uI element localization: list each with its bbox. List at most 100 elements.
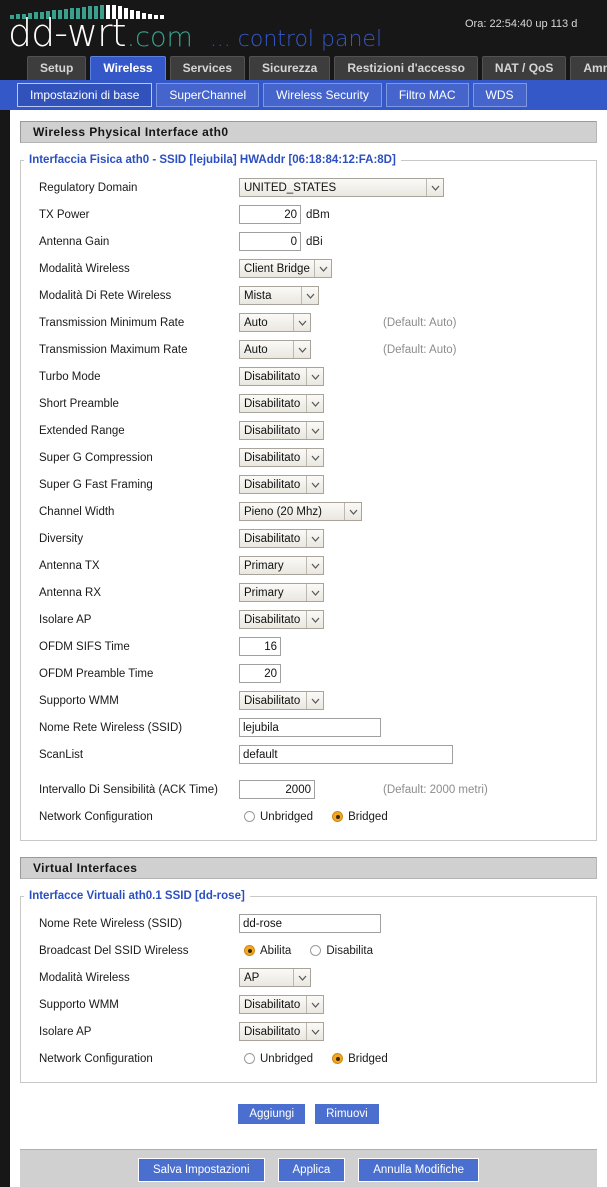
main-tab-services[interactable]: Services <box>169 56 245 80</box>
select-value: Disabilitato <box>244 613 301 626</box>
radio-group-network-config-virtual: Unbridged Bridged <box>239 1053 402 1065</box>
label-tx-min-rate: Transmission Minimum Rate <box>39 316 185 329</box>
select-virtual-wireless-mode[interactable]: AP <box>239 968 311 987</box>
logo-subtitle: ... control panel <box>209 27 383 52</box>
input-tx-power[interactable] <box>239 205 301 224</box>
main-tab-sicurezza[interactable]: Sicurezza <box>249 56 331 80</box>
select-tx-min-rate[interactable]: Auto <box>239 313 311 332</box>
row-ofdm-preamble: OFDM Preamble Time <box>21 660 596 687</box>
input-ofdm-sifs[interactable] <box>239 637 281 656</box>
sub-tab-bar: Impostazioni di base SuperChannel Wireless… <box>0 80 607 110</box>
input-scanlist[interactable] <box>239 745 453 764</box>
chevron-down-icon <box>306 996 323 1013</box>
chevron-down-icon <box>293 341 310 358</box>
input-ssid[interactable] <box>239 718 381 737</box>
radio-ssid-broadcast-enable[interactable]: Abilita <box>239 945 291 957</box>
save-settings-button[interactable]: Salva Impostazioni <box>137 1157 265 1182</box>
main-tab-wireless[interactable]: Wireless <box>90 56 166 80</box>
select-antenna-rx[interactable]: Primary <box>239 583 324 602</box>
chevron-down-icon <box>306 611 323 628</box>
chevron-down-icon <box>306 449 323 466</box>
section-header-virtual: Virtual Interfaces <box>20 857 597 879</box>
select-virtual-isolate-ap[interactable]: Disabilitato <box>239 1022 324 1041</box>
input-virtual-ssid[interactable] <box>239 914 381 933</box>
main-tab-setup[interactable]: Setup <box>27 56 87 80</box>
select-superg-fast-framing[interactable]: Disabilitato <box>239 475 324 494</box>
main-tab-amministrazione[interactable]: Amministrazione <box>570 56 607 80</box>
remove-interface-button[interactable]: Rimuovi <box>314 1103 380 1125</box>
select-value: Auto <box>244 316 268 329</box>
radio-indicator <box>244 811 255 822</box>
add-interface-button[interactable]: Aggiungi <box>237 1103 307 1125</box>
select-network-mode[interactable]: Mista <box>239 286 319 305</box>
radio-group-ssid-broadcast: Abilita Disabilita <box>239 945 387 957</box>
select-isolate-ap[interactable]: Disabilitato <box>239 610 324 629</box>
radio-label: Unbridged <box>260 810 314 823</box>
row-network-config-virtual: Network Configuration Unbridged Bridged <box>21 1045 596 1072</box>
main-tab-nat-qos[interactable]: NAT / QoS <box>481 56 567 80</box>
virtual-interface-legend: Interfacce Virtuali ath0.1 SSID [dd-rose… <box>29 890 245 902</box>
select-channel-width[interactable]: Pieno (20 Mhz) <box>239 502 362 521</box>
select-value: Disabilitato <box>244 532 301 545</box>
select-regulatory-domain[interactable]: UNITED_STATES <box>239 178 444 197</box>
section-header-physical: Wireless Physical Interface ath0 <box>20 121 597 143</box>
row-ssid-broadcast: Broadcast Del SSID Wireless Abilita Disa… <box>21 937 596 964</box>
unit-tx-power: dBm <box>306 208 330 221</box>
radio-indicator <box>244 1053 255 1064</box>
select-superg-compression[interactable]: Disabilitato <box>239 448 324 467</box>
select-wireless-mode[interactable]: Client Bridge <box>239 259 332 278</box>
select-extended-range[interactable]: Disabilitato <box>239 421 324 440</box>
sub-tab-impostazioni-di-base[interactable]: Impostazioni di base <box>17 83 153 107</box>
input-ack-time[interactable] <box>239 780 315 799</box>
input-ofdm-preamble[interactable] <box>239 664 281 683</box>
select-value: Disabilitato <box>244 694 301 707</box>
sub-tab-superchannel[interactable]: SuperChannel <box>156 83 260 107</box>
radio-label: Bridged <box>348 810 388 823</box>
select-value: Disabilitato <box>244 478 301 491</box>
radio-unbridged-virtual[interactable]: Unbridged <box>239 1053 313 1065</box>
label-wmm-support: Supporto WMM <box>39 694 119 707</box>
select-diversity[interactable]: Disabilitato <box>239 529 324 548</box>
row-network-config-physical: Network Configuration Unbridged Bridged <box>21 803 596 830</box>
row-isolate-ap: Isolare AP Disabilitato <box>21 606 596 633</box>
select-value: Pieno (20 Mhz) <box>244 505 322 518</box>
row-wireless-mode: Modalità Wireless Client Bridge <box>21 255 596 282</box>
label-antenna-gain: Antenna Gain <box>39 235 110 248</box>
select-value: Disabilitato <box>244 370 301 383</box>
select-wmm-support[interactable]: Disabilitato <box>239 691 324 710</box>
row-regulatory-domain: Regulatory Domain UNITED_STATES <box>21 174 596 201</box>
sub-tab-wds[interactable]: WDS <box>472 83 527 107</box>
radio-bridged-virtual[interactable]: Bridged <box>327 1053 388 1065</box>
sub-tab-wireless-security[interactable]: Wireless Security <box>263 83 382 107</box>
row-tx-min-rate: Transmission Minimum Rate Auto (Default:… <box>21 309 596 336</box>
sub-tab-filtro-mac[interactable]: Filtro MAC <box>385 83 469 107</box>
select-antenna-tx[interactable]: Primary <box>239 556 324 575</box>
select-tx-max-rate[interactable]: Auto <box>239 340 311 359</box>
select-value: Auto <box>244 343 268 356</box>
radio-bridged-physical[interactable]: Bridged <box>327 811 388 823</box>
label-network-config-virtual: Network Configuration <box>39 1052 153 1065</box>
row-superg-fast-framing: Super G Fast Framing Disabilitato <box>21 471 596 498</box>
cancel-changes-button[interactable]: Annulla Modifiche <box>358 1157 480 1182</box>
chevron-down-icon <box>306 368 323 385</box>
physical-interface-legend: Interfaccia Fisica ath0 - SSID [lejubila… <box>29 154 396 166</box>
select-value: Mista <box>244 289 272 302</box>
select-turbo-mode[interactable]: Disabilitato <box>239 367 324 386</box>
select-value: Primary <box>244 586 284 599</box>
apply-button[interactable]: Applica <box>277 1157 346 1182</box>
chevron-down-icon <box>306 557 323 574</box>
label-virtual-isolate-ap: Isolare AP <box>39 1025 92 1038</box>
main-tab-bar: Setup Wireless Services Sicurezza Restizioni… <box>0 52 607 80</box>
main-tab-restizioni-d-accesso[interactable]: Restizioni d'accesso <box>334 56 478 80</box>
radio-unbridged-physical[interactable]: Unbridged <box>239 811 313 823</box>
row-short-preamble: Short Preamble Disabilitato <box>21 390 596 417</box>
chevron-down-icon <box>306 692 323 709</box>
select-value: Disabilitato <box>244 451 301 464</box>
radio-ssid-broadcast-disable[interactable]: Disabilita <box>305 945 373 957</box>
row-virtual-wireless-mode: Modalità Wireless AP <box>21 964 596 991</box>
select-virtual-wmm-support[interactable]: Disabilitato <box>239 995 324 1014</box>
row-extended-range: Extended Range Disabilitato <box>21 417 596 444</box>
brand-logo: dd-wrt .com ... control panel <box>8 14 382 52</box>
input-antenna-gain[interactable] <box>239 232 301 251</box>
select-short-preamble[interactable]: Disabilitato <box>239 394 324 413</box>
